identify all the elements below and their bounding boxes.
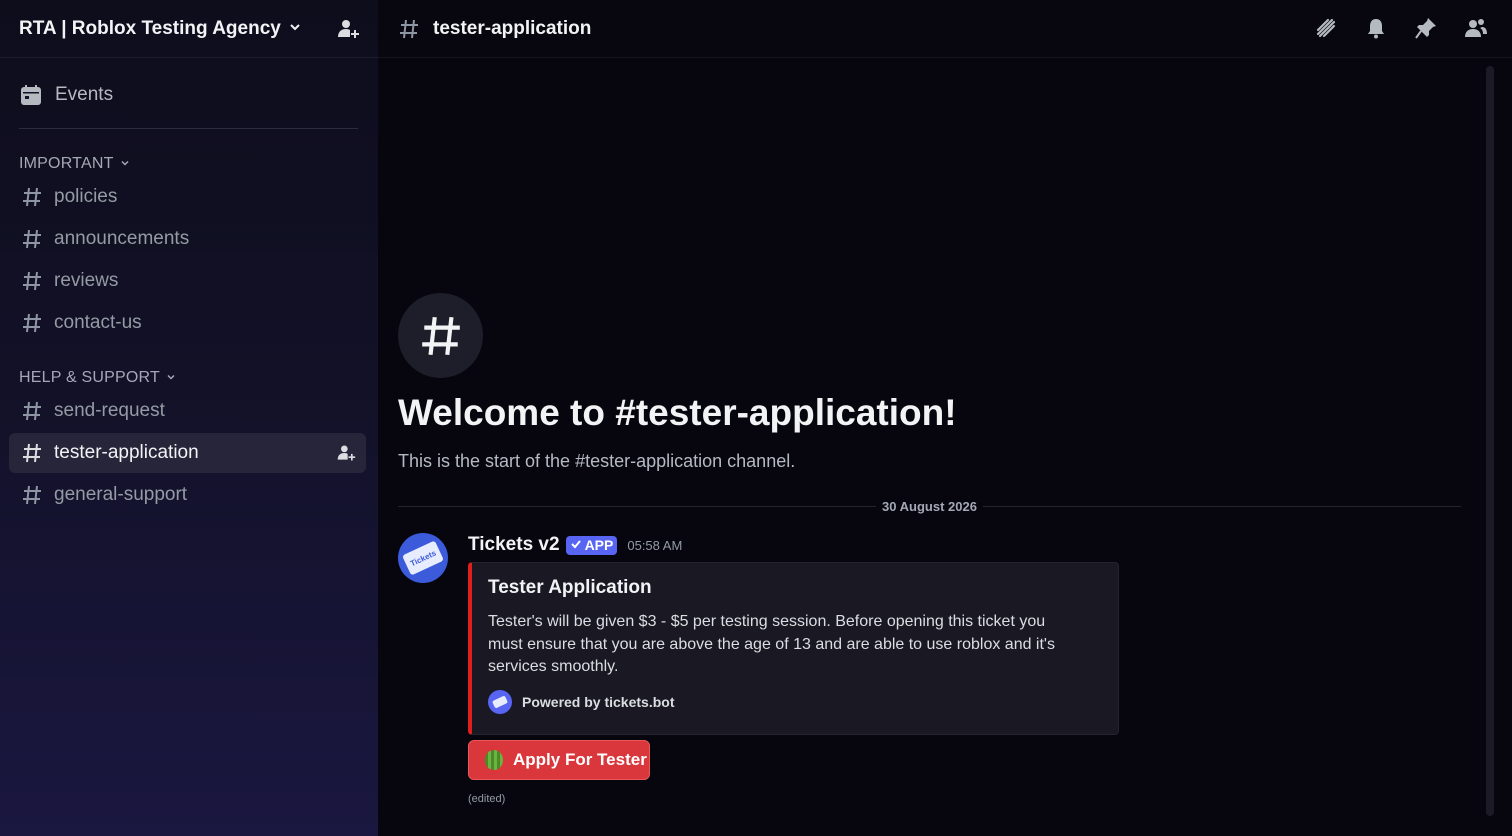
channel-tester-application[interactable]: tester-application — [9, 433, 366, 473]
hash-icon — [398, 18, 420, 40]
date-label: 30 August 2026 — [882, 498, 977, 514]
channel-title: tester-application — [433, 17, 592, 39]
ticket-logo-icon: Tickets — [402, 540, 444, 576]
badge-label: APP — [584, 537, 614, 553]
channel-label: general-support — [54, 484, 188, 505]
create-invite-icon[interactable] — [336, 443, 356, 463]
channel-policies[interactable]: policies — [9, 177, 366, 217]
embed-footer-text: Powered by tickets.bot — [522, 693, 675, 710]
app-badge: APP — [565, 535, 618, 555]
hash-icon — [21, 270, 43, 292]
channel-contact-us[interactable]: contact-us — [9, 303, 366, 343]
chevron-down-icon[interactable] — [289, 20, 301, 38]
channel-sidebar: RTA | Roblox Testing Agency Events IMPOR… — [0, 0, 378, 836]
embed-title: Tester Application — [488, 577, 652, 598]
chevron-down-icon — [120, 158, 130, 171]
bell-icon[interactable] — [1364, 16, 1388, 40]
header-toolbar — [1314, 16, 1488, 40]
category-label: IMPORTANT — [19, 155, 114, 172]
tickets-bot-icon — [488, 689, 512, 714]
hash-icon — [21, 442, 43, 464]
category-label: HELP & SUPPORT — [19, 369, 160, 386]
channel-label: reviews — [54, 270, 119, 291]
channel-announcements[interactable]: announcements — [9, 219, 366, 259]
avatar[interactable]: Tickets — [398, 533, 448, 583]
hash-icon — [21, 484, 43, 506]
melon-emoji-icon — [485, 750, 503, 770]
channel-reviews[interactable]: reviews — [9, 261, 366, 301]
category-help-support[interactable]: HELP & SUPPORT — [0, 367, 378, 389]
events-label: Events — [55, 84, 114, 105]
message-header: Tickets v2 APP 05:58 AM — [468, 533, 682, 557]
embed-description: Tester's will be given $3 - $5 per testi… — [488, 613, 1055, 675]
hash-icon — [21, 228, 43, 250]
sidebar-divider — [19, 128, 358, 129]
message-embed: Tester Application Tester's will be give… — [468, 562, 1119, 735]
scrollbar[interactable] — [1486, 66, 1494, 816]
message-author[interactable]: Tickets v2 — [468, 534, 560, 556]
channel-header: tester-application — [378, 0, 1512, 58]
events-item[interactable]: Events — [0, 72, 378, 118]
calendar-icon — [19, 83, 43, 107]
hash-icon — [21, 400, 43, 422]
invite-people-icon[interactable] — [336, 17, 360, 41]
channel-label: contact-us — [54, 312, 142, 333]
embed-footer: Powered by tickets.bot — [488, 689, 1102, 714]
channel-label: announcements — [54, 228, 190, 249]
channel-send-request[interactable]: send-request — [9, 391, 366, 431]
welcome-title: Welcome to #tester-application! — [398, 392, 957, 433]
chevron-down-icon — [166, 372, 176, 385]
channel-label: policies — [54, 186, 118, 207]
button-label: Apply For Tester — [513, 750, 647, 769]
date-divider: 30 August 2026 — [398, 497, 1461, 515]
member-list-icon[interactable] — [1464, 16, 1488, 40]
pin-icon[interactable] — [1414, 16, 1438, 40]
hash-icon — [21, 312, 43, 334]
message-area: Welcome to #tester-application! This is … — [378, 58, 1512, 836]
server-header[interactable]: RTA | Roblox Testing Agency — [0, 0, 378, 58]
channel-label: send-request — [54, 400, 165, 421]
welcome-subtitle: This is the start of the #tester-applica… — [398, 451, 796, 471]
threads-icon[interactable] — [1314, 16, 1338, 40]
channel-label: tester-application — [54, 442, 199, 463]
channel-general-support[interactable]: general-support — [9, 475, 366, 515]
edited-label: (edited) — [468, 793, 506, 805]
category-important[interactable]: IMPORTANT — [0, 153, 378, 175]
message-timestamp: 05:58 AM — [627, 537, 683, 553]
apply-for-tester-button[interactable]: Apply For Tester — [468, 740, 650, 780]
hash-icon — [21, 186, 43, 208]
server-name[interactable]: RTA | Roblox Testing Agency — [19, 18, 281, 40]
channel-hash-icon — [398, 293, 483, 378]
checkmark-icon — [570, 537, 582, 553]
